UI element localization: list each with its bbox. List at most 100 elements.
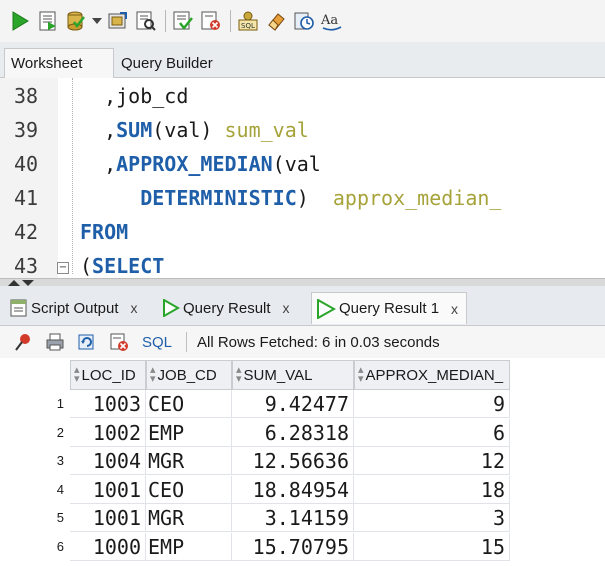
code-line[interactable]: 41 DETERMINISTIC) approx_median_	[0, 181, 605, 215]
code-line[interactable]: 43 (SELECT	[0, 249, 605, 278]
sort-icon: ▴ ▾	[236, 364, 242, 385]
code-line[interactable]: 38 ,job_cd	[0, 79, 605, 113]
cell-sum-val[interactable]: 6.28318	[232, 418, 354, 447]
refresh-icon[interactable]	[76, 331, 98, 353]
dropdown-caret-icon[interactable]	[92, 9, 102, 33]
explain-plan-icon[interactable]	[134, 9, 158, 33]
fold-collapse-icon[interactable]: −	[57, 262, 69, 274]
cell-approx-median[interactable]: 6	[354, 418, 510, 447]
cell-job-cd[interactable]: MGR	[146, 504, 232, 532]
code-line[interactable]: 39 ,SUM(val) sum_val	[0, 113, 605, 147]
cell-loc-id[interactable]: 1001	[70, 504, 146, 532]
pin-icon[interactable]	[12, 331, 34, 353]
table-row[interactable]: 5 1001 MGR 3.14159 3	[0, 504, 605, 532]
rollback-icon[interactable]	[106, 9, 130, 33]
cell-sum-val[interactable]: 15.70795	[232, 532, 354, 561]
close-icon[interactable]: x	[131, 300, 138, 316]
code-token: )	[296, 186, 333, 210]
line-number: 38	[14, 84, 39, 108]
sql-keyword: DETERMINISTIC	[140, 186, 297, 210]
cell-sum-val[interactable]: 9.42477	[232, 390, 354, 418]
row-number: 2	[56, 424, 64, 440]
column-header-approx-median[interactable]: ▴ ▾ APPROX_MEDIAN_	[354, 360, 510, 390]
print-icon[interactable]	[44, 331, 66, 353]
tab-label: Script Output	[31, 299, 119, 317]
sql-link[interactable]: SQL	[142, 334, 172, 351]
row-number: 1	[56, 396, 64, 411]
cell-approx-median[interactable]: 15	[354, 532, 510, 561]
sql-tuning-icon[interactable]: SQL	[236, 9, 260, 33]
sql-keyword: SELECT	[92, 254, 165, 278]
code-text: (SELECT	[80, 249, 164, 278]
panel-splitter[interactable]	[0, 278, 605, 286]
table-row[interactable]: 2 1002 EMP 6.28318 6	[0, 418, 605, 447]
cell-loc-id[interactable]: 1001	[70, 475, 146, 504]
history-icon[interactable]	[292, 9, 316, 33]
run-script-icon[interactable]	[36, 9, 60, 33]
tab-query-builder[interactable]: Query Builder	[121, 48, 213, 78]
cell-sum-val[interactable]: 12.56636	[232, 447, 354, 475]
tab-query-result-1[interactable]: Query Result 1 x	[311, 292, 468, 324]
line-number: 42	[14, 220, 39, 244]
close-icon[interactable]: x	[283, 300, 290, 316]
cell-loc-id[interactable]: 1002	[70, 418, 146, 447]
cell-loc-id[interactable]: 1003	[70, 390, 146, 418]
tab-query-result[interactable]: Query Result x	[162, 292, 290, 324]
row-number: 5	[56, 510, 64, 525]
table-row[interactable]: 3 1004 MGR 12.56636 12	[0, 447, 605, 475]
row-number: 6	[56, 538, 64, 554]
commit-icon[interactable]	[64, 9, 88, 33]
autotrace-icon[interactable]	[171, 9, 195, 33]
code-token: (val)	[152, 118, 225, 142]
cell-sum-val[interactable]: 18.84954	[232, 475, 354, 504]
column-alias: sum_val	[224, 118, 309, 142]
cell-job-cd[interactable]: CEO	[146, 475, 232, 504]
column-header-loc-id[interactable]: ▴ ▾ LOC_ID	[70, 360, 146, 390]
code-text: DETERMINISTIC) approx_median_	[80, 181, 501, 215]
eraser-icon[interactable]	[264, 9, 288, 33]
cell-approx-median[interactable]: 18	[354, 475, 510, 504]
clear-results-icon[interactable]	[108, 331, 130, 353]
script-output-icon	[10, 299, 28, 317]
sort-icon: ▴ ▾	[150, 364, 156, 385]
tab-worksheet[interactable]: Worksheet	[4, 48, 114, 78]
code-line[interactable]: 42 FROM	[0, 215, 605, 249]
column-header-job-cd[interactable]: ▴ ▾ JOB_CD	[146, 360, 232, 390]
code-token: (val	[272, 152, 321, 176]
cell-loc-id[interactable]: 1000	[70, 532, 146, 561]
cell-approx-median[interactable]: 9	[354, 390, 510, 418]
editor-tabs: Worksheet Query Builder	[0, 42, 605, 78]
cell-job-cd[interactable]: CEO	[146, 390, 232, 418]
code-token: ,job_cd	[80, 84, 189, 108]
cell-loc-id[interactable]: 1004	[70, 447, 146, 475]
table-row[interactable]: 6 1000 EMP 15.70795 15	[0, 532, 605, 561]
close-icon[interactable]: x	[451, 301, 458, 317]
cell-approx-median[interactable]: 3	[354, 504, 510, 532]
column-header-sum-val[interactable]: ▴ ▾ SUM_VAL	[232, 360, 354, 390]
cell-job-cd[interactable]: EMP	[146, 532, 232, 561]
column-alias: approx_median_	[332, 186, 502, 210]
fetch-status: All Rows Fetched: 6 in 0.03 seconds	[197, 333, 440, 351]
cell-job-cd[interactable]: EMP	[146, 418, 232, 447]
result-toolbar: SQL All Rows Fetched: 6 in 0.03 seconds	[0, 326, 605, 358]
grid-header: ▴ ▾ LOC_ID ▴ ▾ JOB_CD ▴ ▾ SUM_VAL ▴ ▾ APPROX…	[0, 360, 605, 390]
cell-approx-median[interactable]: 12	[354, 447, 510, 475]
sql-keyword: APPROX_MEDIAN	[116, 152, 273, 176]
tab-script-output[interactable]: Script Output x	[10, 292, 138, 324]
format-icon[interactable]: Aa	[320, 9, 344, 33]
code-line[interactable]: 40 ,APPROX_MEDIAN(val	[0, 147, 605, 181]
sql-editor[interactable]: 38 ,job_cd 39 ,SUM(val) sum_val 40 ,APPROX…	[0, 78, 605, 278]
column-label: APPROX_MEDIAN_	[365, 366, 504, 384]
cancel-icon[interactable]	[199, 9, 223, 33]
column-label: SUM_VAL	[243, 366, 313, 384]
cell-job-cd[interactable]: MGR	[146, 447, 232, 475]
sort-icon: ▴ ▾	[358, 364, 364, 385]
code-token: ,	[80, 118, 117, 142]
run-statement-icon[interactable]	[8, 9, 32, 33]
code-token: ,	[80, 152, 117, 176]
table-row[interactable]: 1 1003 CEO 9.42477 9	[0, 390, 605, 418]
main-toolbar: SQL Aa	[0, 0, 605, 42]
code-text: ,job_cd	[80, 79, 188, 113]
table-row[interactable]: 4 1001 CEO 18.84954 18	[0, 475, 605, 504]
cell-sum-val[interactable]: 3.14159	[232, 504, 354, 532]
